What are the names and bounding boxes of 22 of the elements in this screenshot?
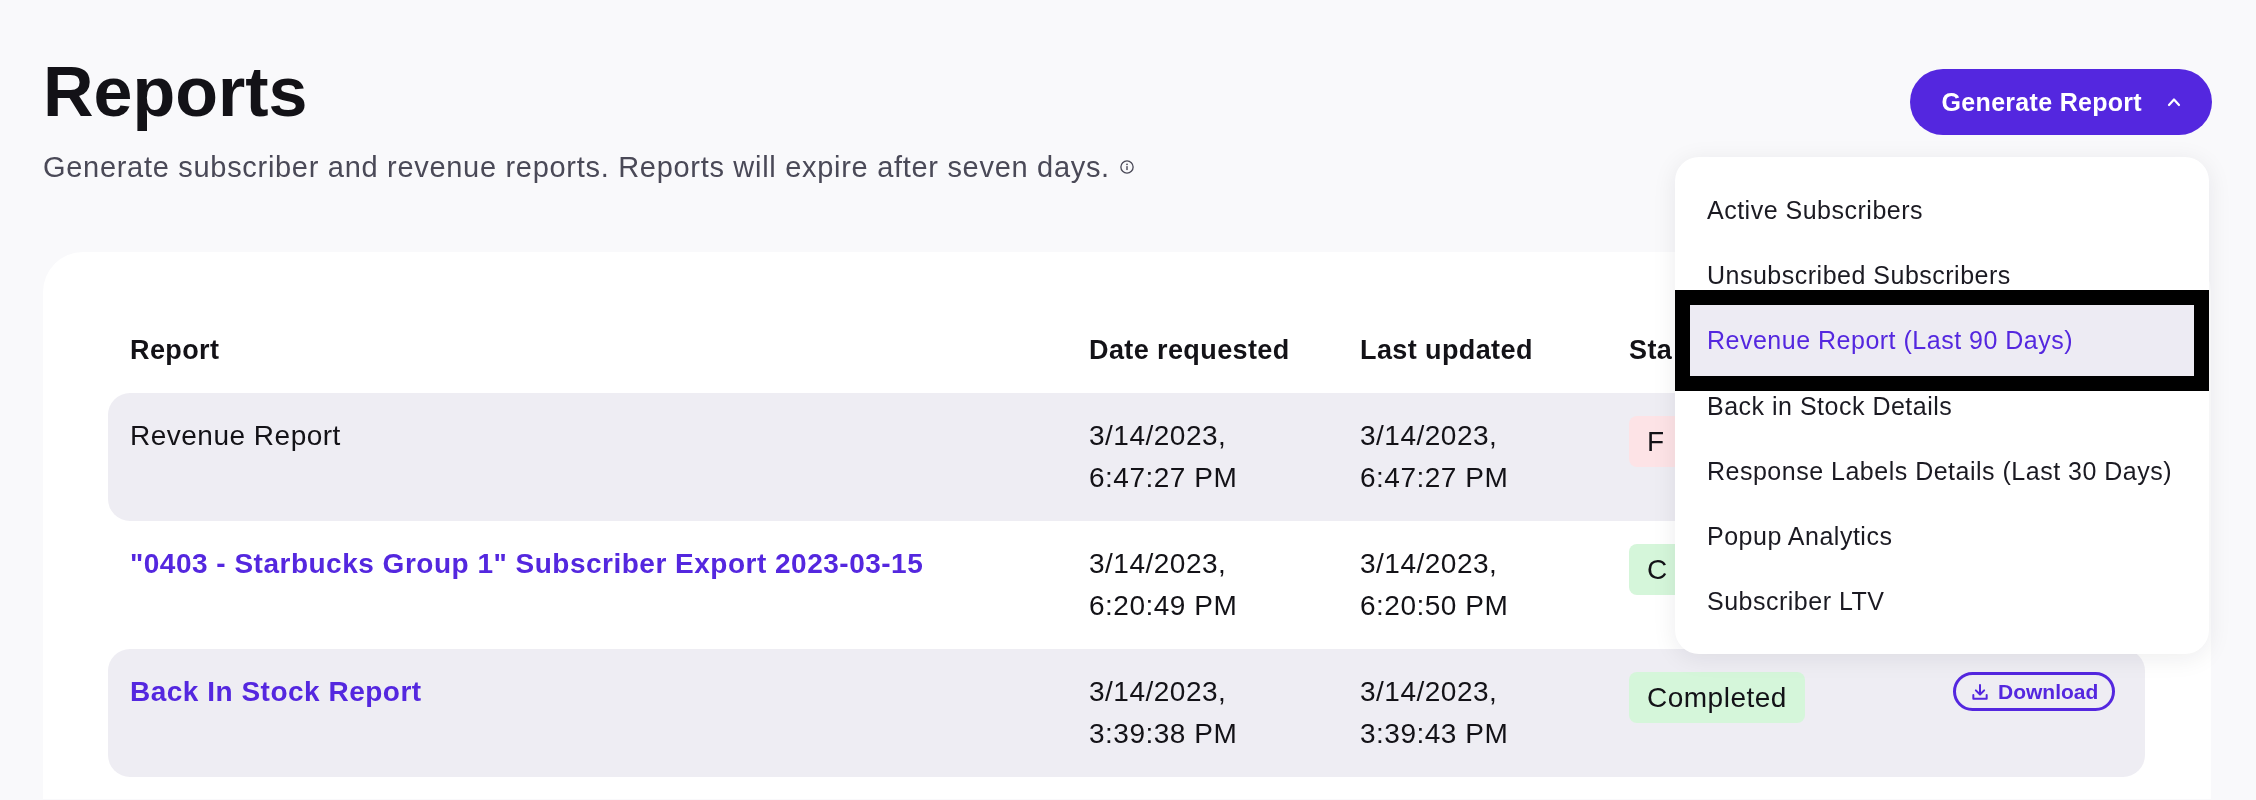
column-header: Date requested <box>1089 334 1290 367</box>
download-icon <box>1970 681 1990 702</box>
date-text: 3/14/2023, 6:20:49 PM <box>1089 547 1239 623</box>
menu-item[interactable]: Revenue Report (Last 90 Days) <box>1675 290 2209 391</box>
report-link[interactable]: "0403 - Starbucks Group 1" Subscriber Export 2023-03-15 <box>130 543 924 585</box>
date-text: 3/14/2023, 3:39:43 PM <box>1360 675 1510 751</box>
date-text: 3/14/2023, 6:47:27 PM <box>1360 419 1510 495</box>
generate-report-button[interactable]: Generate Report <box>1909 69 2212 135</box>
menu-item[interactable]: Active Subscribers <box>1675 195 2209 225</box>
date-text: 3/14/2023, 6:47:27 PM <box>1089 419 1239 495</box>
report-link[interactable]: Back In Stock Report <box>130 671 422 713</box>
menu-item[interactable]: Unsubscribed Subscribers <box>1675 260 2209 290</box>
report-name: Revenue Report <box>130 419 341 453</box>
status-badge: Completed <box>1629 672 1805 723</box>
column-header: Last updated <box>1360 334 1533 367</box>
date-text: 3/14/2023, 6:20:50 PM <box>1360 547 1510 623</box>
page-subtitle: Generate subscriber and revenue reports. Reports will expire after seven days. <box>43 150 1110 184</box>
column-header: Sta <box>1629 334 1673 367</box>
info-icon <box>1119 160 1134 174</box>
download-button[interactable]: Download <box>1953 672 2116 711</box>
date-text: 3/14/2023, 3:39:38 PM <box>1089 675 1239 751</box>
column-header: Report <box>130 334 220 367</box>
